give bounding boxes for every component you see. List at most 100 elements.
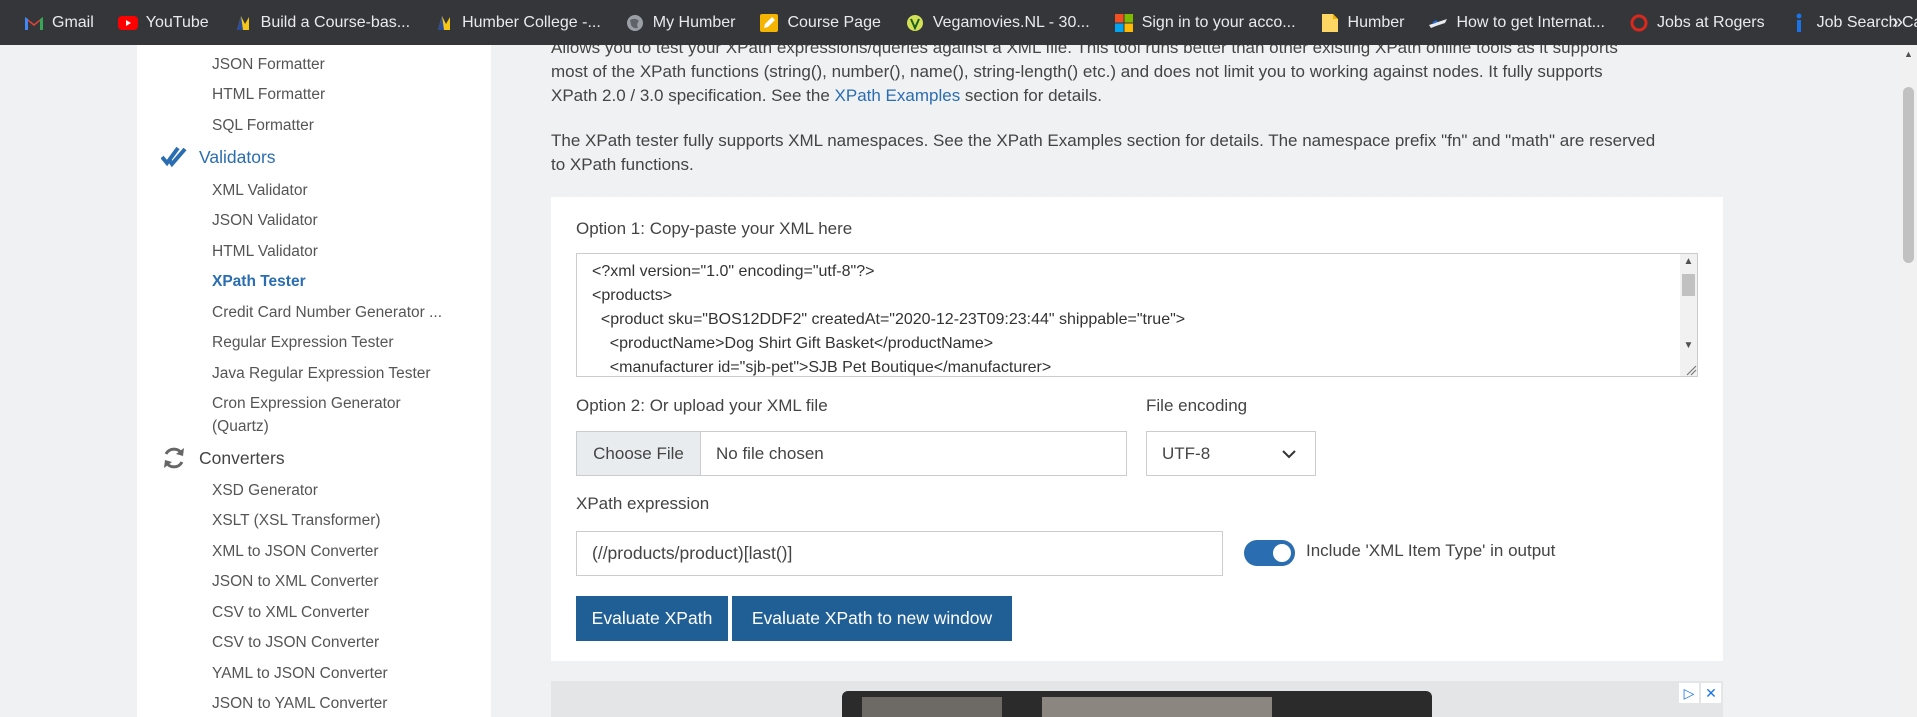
bookmark-my-humber[interactable]: My Humber — [613, 0, 748, 45]
humber-icon — [233, 13, 253, 33]
ad-video-thumbnail[interactable] — [842, 691, 1432, 717]
sidebar-item-cron-generator[interactable]: Cron Expression Generator — [212, 395, 401, 413]
xpath-expression-label: XPath expression — [576, 494, 710, 513]
bookmark-sign-in[interactable]: Sign in to your acco... — [1102, 0, 1308, 45]
intro-line: most of the XPath functions (string(), n… — [551, 62, 1603, 81]
sidebar-item-csv-to-json[interactable]: CSV to JSON Converter — [212, 634, 379, 652]
bookmark-label: How to get Internat... — [1456, 13, 1605, 31]
scroll-up-icon[interactable]: ▲ — [1680, 254, 1697, 270]
sidebar-item-xpath-tester[interactable]: XPath Tester — [212, 273, 306, 291]
ad-choices-icon[interactable]: ▷ — [1679, 683, 1699, 703]
bookmark-build-course[interactable]: Build a Course-bas... — [221, 0, 422, 45]
sidebar-section-converters[interactable]: Converters — [161, 445, 285, 471]
namespace-line: to XPath functions. — [551, 155, 694, 174]
encoding-select[interactable]: UTF-8 — [1146, 431, 1316, 476]
humber-icon — [434, 13, 454, 33]
info-icon — [1789, 13, 1809, 33]
evaluate-xpath-new-window-button[interactable]: Evaluate XPath to new window — [732, 596, 1012, 641]
sidebar-item-csv-to-xml[interactable]: CSV to XML Converter — [212, 604, 369, 622]
bookmark-label: Jobs at Rogers — [1656, 13, 1765, 31]
bookmark-label: Vegamovies.NL - 30... — [932, 13, 1090, 31]
bookmarks-overflow-button[interactable]: » — [1892, 0, 1903, 45]
sidebar: JSON Formatter HTML Formatter SQL Format… — [137, 45, 491, 717]
sidebar-item-xslt-transformer[interactable]: XSLT (XSL Transformer) — [212, 512, 381, 530]
bookmark-humber-college[interactable]: Humber College -... — [422, 0, 613, 45]
youtube-icon — [117, 13, 138, 33]
vegamovies-icon — [905, 13, 925, 33]
file-name-display: No file chosen — [716, 443, 824, 463]
sidebar-item-html-validator[interactable]: HTML Validator — [212, 243, 318, 261]
page-scroll-thumb[interactable] — [1903, 87, 1914, 263]
file-upload-field[interactable]: Choose File No file chosen — [576, 431, 1127, 476]
sidebar-item-json-to-xml[interactable]: JSON to XML Converter — [212, 573, 379, 591]
sidebar-item-json-validator[interactable]: JSON Validator — [212, 212, 318, 230]
refresh-icon — [161, 445, 187, 471]
sidebar-item-cron-generator-quartz[interactable]: (Quartz) — [212, 418, 269, 436]
bookmark-label: Gmail — [52, 13, 94, 31]
ad-image-region — [1042, 697, 1272, 717]
bookmark-vegamovies[interactable]: Vegamovies.NL - 30... — [893, 0, 1102, 45]
bookmarks-bar: Gmail YouTube Build a Course-bas... Humb… — [0, 0, 1917, 45]
chevron-down-icon — [1281, 446, 1297, 462]
encoding-value: UTF-8 — [1162, 443, 1211, 463]
bookmark-humber[interactable]: Humber — [1308, 0, 1417, 45]
sidebar-item-xsd-generator[interactable]: XSD Generator — [212, 482, 318, 500]
bookmark-youtube[interactable]: YouTube — [106, 0, 221, 45]
bookmark-gmail[interactable]: Gmail — [12, 0, 106, 45]
page-scrollbar[interactable]: ▲ — [1900, 45, 1917, 717]
sidebar-item-xml-validator[interactable]: XML Validator — [212, 182, 308, 200]
include-item-type-label: Include 'XML Item Type' in output — [1306, 541, 1556, 560]
xpath-expression-value: (//products/product)[last()] — [592, 543, 793, 563]
xml-scrollbar[interactable]: ▲ ▼ — [1680, 254, 1697, 376]
encoding-label: File encoding — [1146, 396, 1248, 415]
scroll-thumb[interactable] — [1682, 274, 1695, 296]
scroll-up-icon[interactable]: ▲ — [1900, 49, 1917, 59]
sidebar-item-xml-to-json[interactable]: XML to JSON Converter — [212, 543, 379, 561]
bookmark-label: Humber College -... — [462, 13, 601, 31]
microsoft-icon — [1114, 13, 1134, 33]
xml-line: <?xml version="1.0" encoding="utf-8"?> — [592, 263, 875, 280]
globe-icon — [625, 13, 645, 33]
bookmark-international[interactable]: How to get Internat... — [1416, 0, 1617, 45]
sidebar-item-json-to-yaml[interactable]: JSON to YAML Converter — [212, 695, 387, 713]
xml-line: <product sku="BOS12DDF2" createdAt="2020… — [592, 311, 1186, 328]
xml-textarea[interactable]: <?xml version="1.0" encoding="utf-8"?> <… — [576, 253, 1698, 377]
xpath-examples-link[interactable]: XPath Examples — [835, 86, 961, 105]
xml-line: <productName>Dog Shirt Gift Basket</prod… — [592, 335, 994, 352]
xpath-form-card: Option 1: Copy-paste your XML here <?xml… — [551, 197, 1723, 661]
sidebar-item-credit-card-generator[interactable]: Credit Card Number Generator ... — [212, 304, 442, 322]
sidebar-item-json-formatter[interactable]: JSON Formatter — [212, 56, 325, 74]
bookmark-course-page[interactable]: Course Page — [747, 0, 892, 45]
sidebar-item-regex-tester[interactable]: Regular Expression Tester — [212, 334, 394, 352]
toggle-knob — [1273, 544, 1291, 562]
intro-text: section for details. — [960, 86, 1102, 105]
ad-close-icon[interactable]: ✕ — [1701, 683, 1721, 703]
include-item-type-toggle[interactable] — [1244, 540, 1295, 566]
xpath-expression-input[interactable]: (//products/product)[last()] — [576, 531, 1223, 576]
note-icon — [1320, 13, 1340, 33]
xml-line: <products> — [592, 287, 673, 304]
bookmark-label: Humber — [1347, 13, 1405, 31]
bookmark-label: My Humber — [652, 13, 736, 31]
sidebar-item-yaml-to-json[interactable]: YAML to JSON Converter — [212, 665, 388, 683]
evaluate-xpath-button[interactable]: Evaluate XPath — [576, 596, 728, 641]
sidebar-section-validators[interactable]: Validators — [161, 144, 276, 170]
sidebar-item-html-formatter[interactable]: HTML Formatter — [212, 86, 325, 104]
sidebar-item-java-regex-tester[interactable]: Java Regular Expression Tester — [212, 365, 431, 383]
bookmark-rogers[interactable]: Jobs at Rogers — [1617, 0, 1777, 45]
namespace-paragraph: The XPath tester fully supports XML name… — [551, 129, 1655, 177]
double-check-icon — [161, 144, 187, 170]
resize-handle-icon[interactable] — [1683, 362, 1697, 376]
intro-line: XPath 2.0 / 3.0 specification. See the X… — [551, 84, 1618, 108]
choose-file-button[interactable]: Choose File — [577, 432, 701, 475]
ad-banner[interactable]: ▷ ✕ — [551, 681, 1723, 717]
sidebar-item-sql-formatter[interactable]: SQL Formatter — [212, 117, 314, 135]
main-content: Allows you to test your XPath expression… — [551, 45, 1725, 717]
gmail-icon — [24, 13, 44, 33]
sidebar-section-label: Converters — [199, 447, 285, 468]
sidebar-section-label: Validators — [199, 146, 276, 167]
rogers-icon — [1629, 13, 1649, 33]
scroll-down-icon[interactable]: ▼ — [1680, 338, 1697, 354]
pencil-icon — [759, 13, 779, 33]
ad-image-region — [862, 697, 1002, 717]
